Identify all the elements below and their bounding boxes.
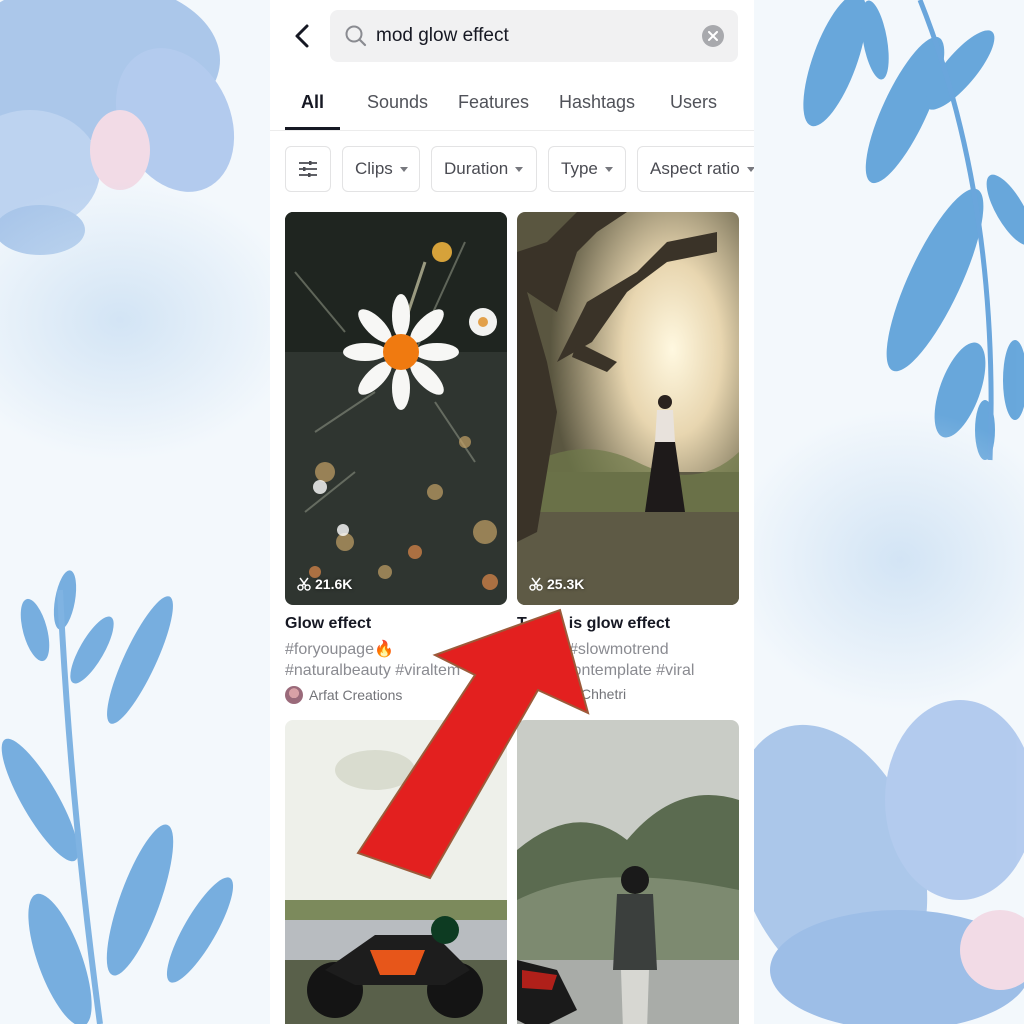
tab-users[interactable]: Users <box>670 92 717 113</box>
chevron-down-icon <box>746 166 754 172</box>
chevron-down-icon <box>399 166 408 172</box>
result-description: #slowmotrend iontemplate #viral <box>569 639 754 681</box>
result-title-start: T <box>517 615 527 632</box>
hashtag-line: #slowmotrend <box>569 641 669 658</box>
tab-sounds[interactable]: Sounds <box>367 92 428 113</box>
scissors-icon <box>529 577 543 591</box>
chevron-down-icon <box>515 166 524 172</box>
rider-thumbnail-image <box>517 720 739 1024</box>
avatar <box>285 686 303 704</box>
close-icon <box>708 31 718 41</box>
filter-duration-label: Duration <box>444 159 509 178</box>
motorbike-thumbnail-image <box>285 720 507 1024</box>
use-count-value: 25.3K <box>547 576 585 592</box>
video-thumbnail[interactable] <box>285 720 507 1024</box>
use-count: 25.3K <box>529 576 584 592</box>
author-name: Arfat Creations <box>309 687 403 703</box>
search-icon <box>345 25 367 47</box>
daisy-thumbnail-image <box>285 212 507 605</box>
tree-thumbnail-image <box>517 212 739 605</box>
scissors-icon <box>297 577 311 591</box>
filter-bar: Clips Duration Type Aspect ratio <box>270 146 754 194</box>
tab-hashtags[interactable]: Hashtags <box>559 92 635 113</box>
result-description: #foryoupage🔥 #naturalbeauty #viraltem <box>285 639 515 681</box>
tab-features[interactable]: Features <box>458 92 529 113</box>
filter-clips-label: Clips <box>355 159 393 178</box>
active-tab-indicator <box>285 127 340 130</box>
filter-type[interactable]: Type <box>548 146 626 192</box>
search-tabs: All Sounds Features Hashtags Users <box>270 76 754 131</box>
author-name: Chhetri <box>581 686 627 702</box>
result-title[interactable]: Glow effect <box>285 615 371 633</box>
back-button[interactable] <box>288 20 316 52</box>
search-bar[interactable] <box>330 10 738 62</box>
filter-aspect-ratio-label: Aspect ratio <box>650 159 740 178</box>
filter-clips[interactable]: Clips <box>342 146 420 192</box>
chevron-left-icon <box>295 24 309 48</box>
search-input[interactable] <box>376 10 696 62</box>
video-thumbnail[interactable]: 25.3K <box>517 212 739 605</box>
sliders-icon <box>299 161 317 177</box>
filter-aspect-ratio[interactable]: Aspect ratio <box>637 146 754 192</box>
result-title-rest: is glow effect <box>568 615 671 632</box>
video-thumbnail[interactable] <box>517 720 739 1024</box>
author-row[interactable]: Arfat Creations <box>285 686 402 704</box>
use-count-value: 21.6K <box>315 576 353 592</box>
author-row[interactable]: Chhetri <box>581 686 626 702</box>
filter-settings-button[interactable] <box>285 146 331 192</box>
chevron-down-icon <box>604 166 613 172</box>
filter-duration[interactable]: Duration <box>431 146 537 192</box>
video-thumbnail[interactable]: 21.6K <box>285 212 507 605</box>
filter-type-label: Type <box>561 159 598 178</box>
hashtag-line: #foryoupage🔥 <box>285 641 394 658</box>
phone-screen: All Sounds Features Hashtags Users Clips… <box>270 0 754 1024</box>
use-count: 21.6K <box>297 576 352 592</box>
tab-all[interactable]: All <box>301 92 324 113</box>
hashtag-line: #naturalbeauty #viraltem <box>285 662 461 679</box>
clear-search-button[interactable] <box>702 25 724 47</box>
result-title[interactable]: Tis glow effect <box>517 615 670 633</box>
hashtag-line: iontemplate #viral <box>569 662 695 679</box>
